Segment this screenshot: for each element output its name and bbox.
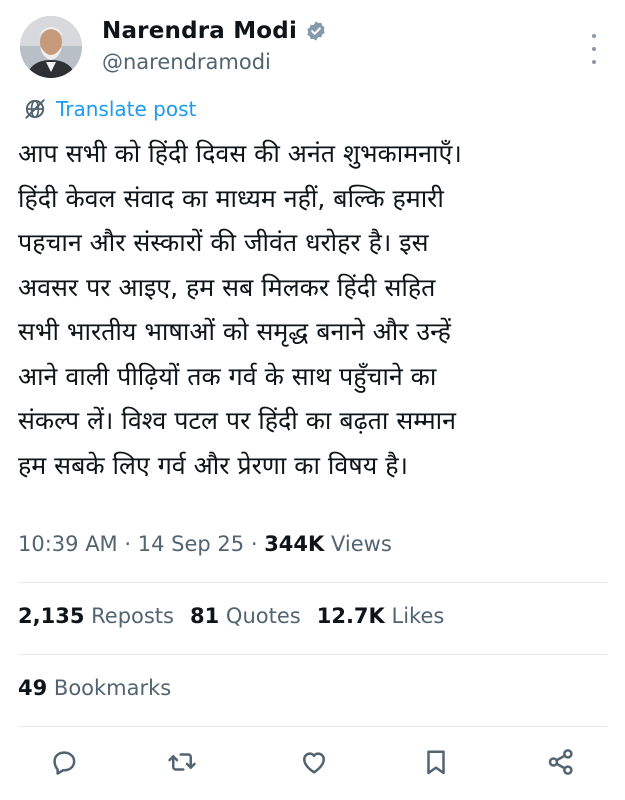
share-icon — [548, 749, 573, 775]
author-display-name[interactable]: Narendra Modi — [102, 18, 297, 44]
post-header: Narendra Modi @narendramodi — [18, 16, 607, 86]
post-date[interactable]: 14 Sep 25 — [138, 532, 244, 556]
post-text-line: हिंदी केवल संवाद का माध्यम नहीं, बल्कि ह… — [18, 183, 444, 213]
post-text-line: आने वाली पीढ़ियों तक गर्व के साथ पहुँचान… — [18, 361, 437, 391]
repost-icon — [168, 753, 196, 771]
divider — [18, 654, 607, 655]
reposts-stat[interactable]: 2,135 Reposts — [18, 604, 174, 628]
translate-post-link[interactable]: Translate post — [22, 96, 196, 122]
post-text-line: सभी भारतीय भाषाओं को समृद्ध बनाने और उन्… — [18, 317, 451, 346]
heart-icon — [303, 752, 325, 774]
post-text-line: पहचान और संस्कारों की जीवंत धरोहर है। इस — [18, 228, 429, 257]
meta-separator: · — [250, 532, 258, 556]
bookmark-button[interactable] — [418, 744, 454, 780]
bookmark-icon — [427, 750, 445, 775]
quotes-stat[interactable]: 81 Quotes — [190, 604, 301, 628]
post-meta: 10:39 AM · 14 Sep 25 · 344K Views — [18, 532, 392, 556]
views-label: Views — [330, 532, 392, 556]
post-text-line: अवसर पर आइए, हम सब मिलकर हिंदी सहित — [18, 272, 436, 302]
bookmarks-stat[interactable]: 49 Bookmarks — [18, 676, 171, 700]
share-button[interactable] — [543, 744, 579, 780]
divider — [18, 726, 607, 727]
meta-separator: · — [124, 532, 132, 556]
avatar[interactable] — [20, 16, 82, 78]
reply-icon — [53, 751, 76, 775]
action-bar — [0, 744, 625, 784]
likes-stat[interactable]: 12.7K Likes — [317, 604, 445, 628]
views-count: 344K — [264, 532, 325, 556]
more-vertical-icon[interactable] — [587, 34, 601, 64]
author-handle[interactable]: @narendramodi — [102, 50, 327, 74]
post-text: आप सभी को हिंदी दिवस की अनंत शुभकामनाएँ।… — [18, 132, 610, 488]
repost-button[interactable] — [164, 744, 200, 780]
post-text-line: हम सबके लिए गर्व और प्रेरणा का विषय है। — [18, 450, 408, 480]
post-text-line: आप सभी को हिंदी दिवस की अनंत शुभकामनाएँ। — [18, 139, 462, 168]
post-text-line: संकल्प लें। विश्व पटल पर हिंदी का बढ़ता … — [18, 406, 457, 435]
post-time[interactable]: 10:39 AM — [18, 532, 118, 556]
divider — [18, 582, 607, 583]
reply-button[interactable] — [46, 744, 82, 780]
like-button[interactable] — [296, 744, 332, 780]
verified-badge-icon — [307, 21, 325, 41]
engagement-stats: 2,135 Reposts 81 Quotes 12.7K Likes — [18, 604, 444, 628]
translate-globe-icon — [25, 99, 45, 119]
translate-post-label: Translate post — [56, 97, 197, 121]
